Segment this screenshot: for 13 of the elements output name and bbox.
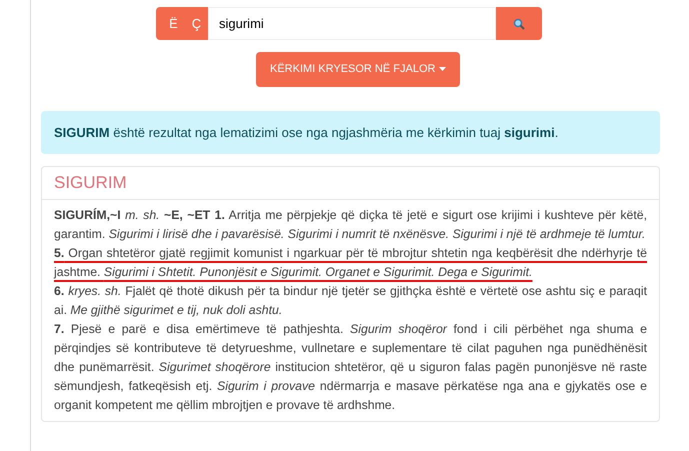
definition-text: 5. Organ shtetëror gjatë regjimit komunist i ngarkuar për të mbrojtur shtetin nga keqbërësit dhe ndërhyrje të jashtme. Sigurimi i Shtetit. Punonjësit e Sigurimit. Organet e Sigurimit. Dega e Sigurimit. [54, 246, 647, 278]
definition-text: 7. Pjesë e parë e disa emërtimeve të pathjeshta. Sigurim shoqëror fond i cili përbëhet nga shuma e përqindjes së kontributeve të detyrueshme, vullnetare e suplementare të cilat paguhen nga punëdhënësit dhe punëmarrësit. Sigurimet shoqërore institucion shtetëror, që u siguron falas pagën punonjësve në raste sëmundjesh, fatkeqësish etj. Sigurim i provave ndërmarrja e masave përkatëse nga ana e gjykatës ose e organit kompetent me qëllim mbrojtjen e provave të ardhshme. [54, 322, 648, 412]
search-icon [513, 18, 525, 30]
letter-key[interactable]: Ç [185, 7, 208, 40]
search-button[interactable] [496, 7, 542, 40]
caret-icon [438, 67, 446, 72]
letter-key[interactable]: Ë [156, 7, 185, 40]
search-mode-dropdown[interactable]: KËRKIMI KRYESOR NË FJALOR [256, 52, 460, 86]
definition-text: 6. kryes. sh. Fjalët që thotë dikush për ta bindur një tjetër se gjithçka është e vërtetë ose ashtu siç e paraqit ai. Me gjithë sigurimet e tij, nuk doli ashtu. [54, 284, 647, 316]
entry-title: SIGURIM [42, 167, 659, 200]
result-notice: SIGURIM është rezultat nga lematizimi ose nga ngjashmëria me kërkimin tuaj sigurimi. [41, 110, 660, 154]
search-field[interactable]: sigurimi [208, 7, 496, 40]
definition-text: SIGURÍM,~I m. sh. ~E, ~ET 1. Arritja me përpjekje që diçka të jetë e sigurt ose krijimi i kushteve për këtë, garantim. Sigurimi i lirisë dhe i pavarësisë. Sigurimi i numrit të nxënësve. Sigurimi i një të ardhmeje të lumtur. [54, 208, 647, 240]
